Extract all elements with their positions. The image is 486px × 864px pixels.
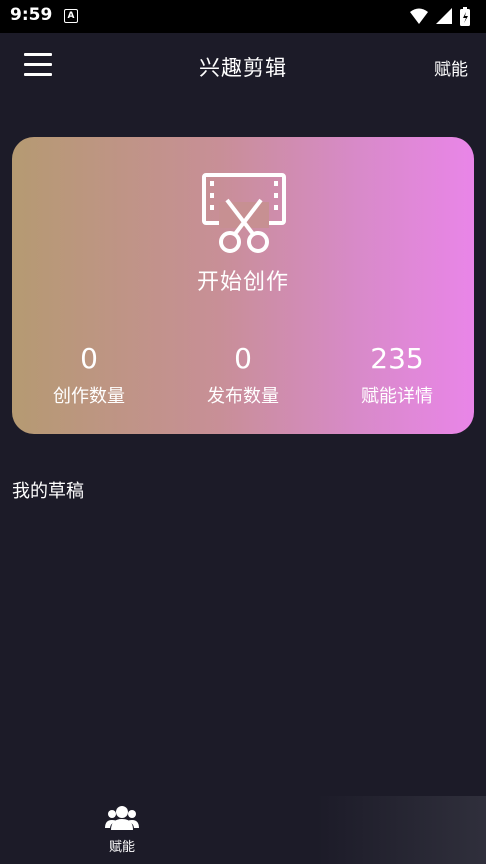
- signal-icon: [436, 8, 452, 24]
- start-creating-label: 开始创作: [196, 270, 289, 295]
- stat-value: 0: [80, 342, 98, 375]
- stat-creations[interactable]: 0 创作数量: [14, 342, 164, 408]
- drafts-heading: 我的草稿: [12, 481, 84, 502]
- stat-label: 发布数量: [207, 386, 279, 407]
- status-bar: 9:59 A: [0, 0, 486, 33]
- film-scissors-icon: [202, 173, 286, 253]
- stat-label: 创作数量: [53, 386, 125, 407]
- status-icons: [410, 7, 470, 26]
- create-card[interactable]: 开始创作 0 创作数量 0 发布数量 235 赋能详情: [12, 137, 474, 434]
- stat-empower-details[interactable]: 235 赋能详情: [322, 342, 472, 408]
- app-bar: 兴趣剪辑 赋能: [0, 33, 486, 103]
- notification-icon: A: [64, 9, 78, 23]
- bottom-nav: 赋能: [0, 796, 486, 864]
- page-title: 兴趣剪辑: [199, 56, 287, 80]
- stat-label: 赋能详情: [361, 386, 433, 407]
- status-time: 9:59: [10, 5, 53, 25]
- stat-value: 235: [370, 342, 424, 375]
- empower-button[interactable]: 赋能: [434, 55, 468, 80]
- stat-value: 0: [234, 342, 252, 375]
- nav-item-empower[interactable]: 赋能: [92, 804, 152, 855]
- nav-label: 赋能: [108, 840, 135, 855]
- nav-shade: [316, 796, 486, 864]
- wifi-icon: [410, 8, 428, 24]
- stat-published[interactable]: 0 发布数量: [168, 342, 318, 408]
- users-icon: [105, 806, 139, 830]
